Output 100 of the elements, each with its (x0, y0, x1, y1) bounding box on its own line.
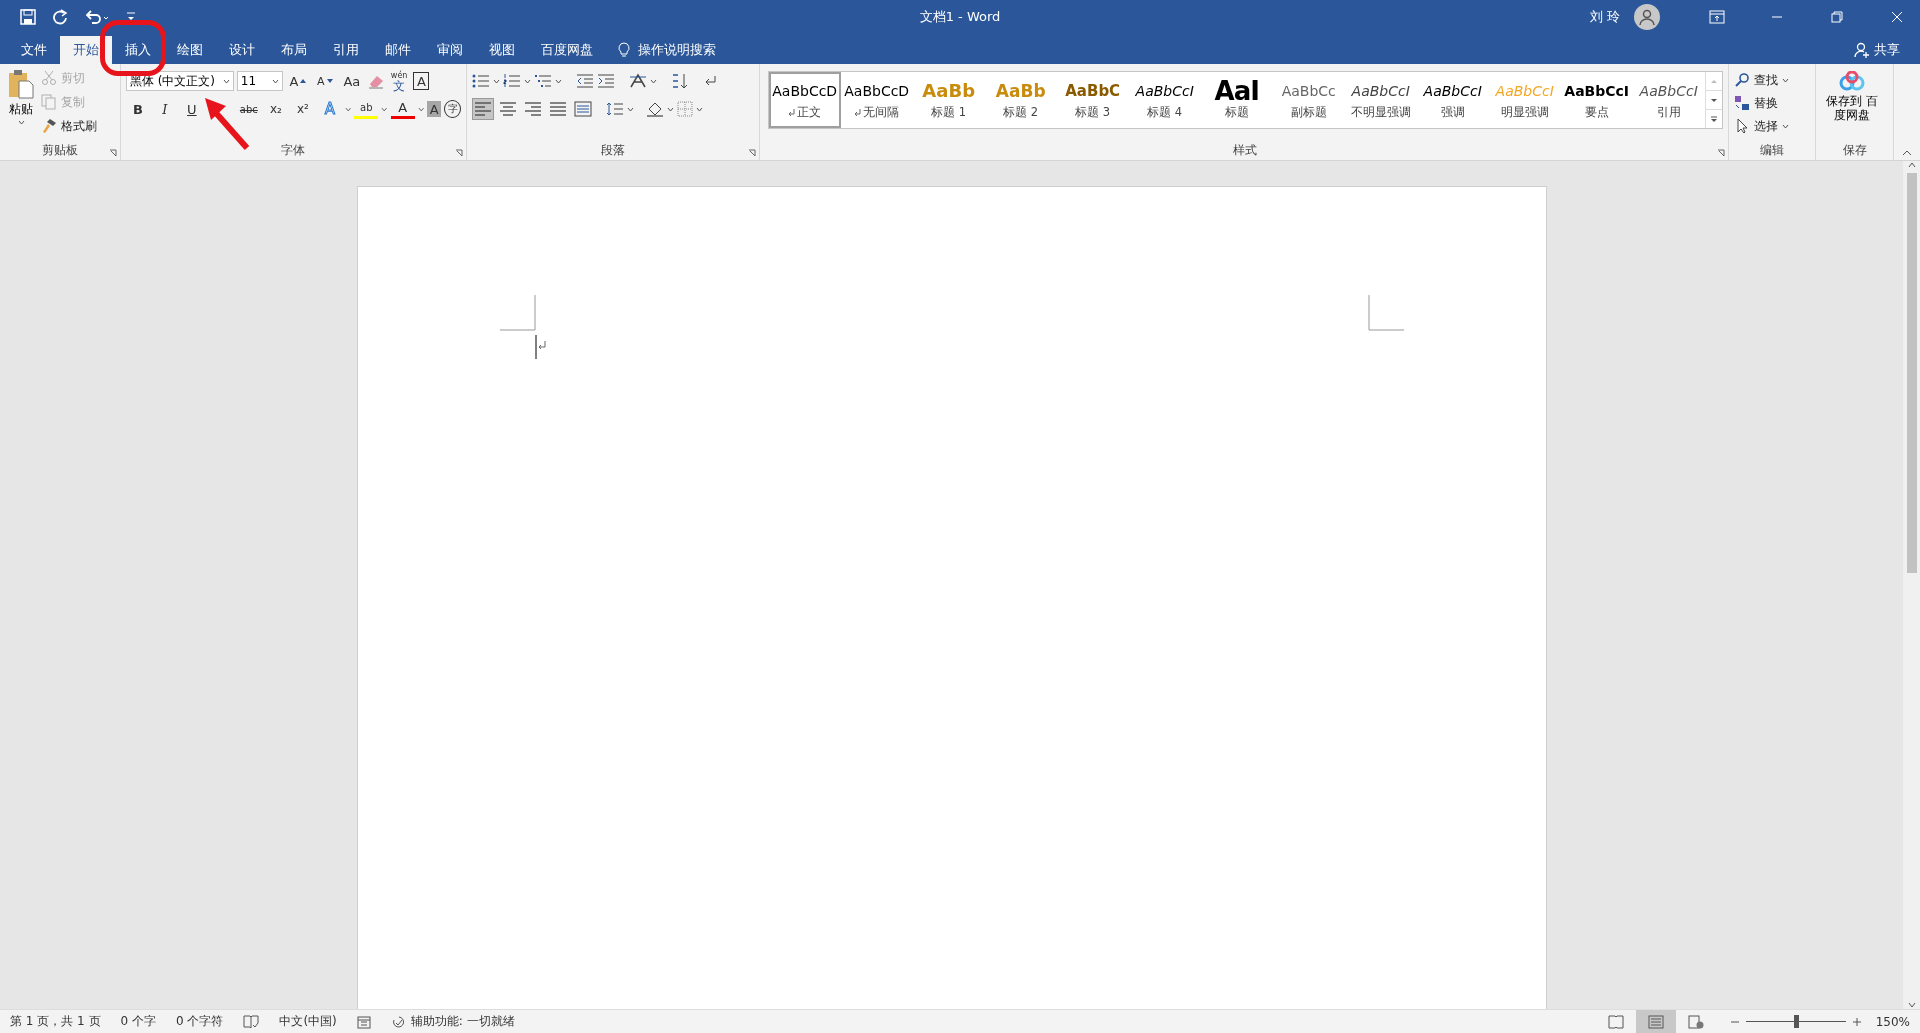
gallery-expand-icon[interactable] (1709, 115, 1718, 123)
character-count[interactable]: 0 个字符 (166, 1013, 234, 1030)
paint-bucket-icon[interactable] (645, 101, 664, 117)
dialog-launcher-icon[interactable] (454, 149, 463, 157)
editing-button[interactable]: 替换 (1733, 92, 1811, 114)
caret-icon[interactable] (649, 78, 657, 84)
caret-icon[interactable] (1781, 77, 1789, 83)
underline-button[interactable]: U (179, 98, 204, 120)
customize-caret-icon[interactable] (126, 11, 136, 23)
ribbon-tab[interactable]: 审阅 (424, 36, 476, 64)
word-count[interactable]: 0 个字 (110, 1013, 166, 1030)
accessibility-check-icon[interactable] (390, 1014, 407, 1029)
accessibility-status[interactable]: 辅助功能: 一切就绪 (410, 1013, 515, 1030)
zoom-thumb[interactable] (1793, 1015, 1799, 1028)
ribbon-tab[interactable]: 设计 (216, 36, 268, 64)
ribbon-tab[interactable]: 绘图 (164, 36, 216, 64)
book-icon[interactable] (1607, 1014, 1624, 1029)
ribbon-tab[interactable]: 文件 (8, 36, 60, 64)
ribbon-tab[interactable]: 引用 (320, 36, 372, 64)
style-option[interactable]: AaBbCc 副标题 (1272, 72, 1345, 128)
tell-me-search[interactable]: 操作说明搜索 (638, 41, 716, 59)
style-option[interactable]: AaBbCcI 不明显强调 (1344, 72, 1417, 128)
share-button[interactable]: 共享 (1874, 41, 1900, 59)
style-option[interactable]: AaBb 标题 1 (912, 72, 985, 128)
highlight-button[interactable]: ab (354, 99, 379, 119)
caret-icon[interactable] (492, 78, 500, 84)
calendar-icon[interactable] (356, 1014, 371, 1029)
caret-icon[interactable] (417, 106, 425, 112)
editing-button[interactable]: 选择 (1733, 115, 1811, 137)
italic-button[interactable]: I (152, 98, 177, 120)
caret-icon[interactable] (381, 106, 388, 112)
clipboard-button[interactable]: 格式刷 (41, 115, 97, 137)
zoom-level[interactable]: 150% (1861, 1014, 1920, 1029)
change-case-button[interactable]: Aa (339, 70, 364, 92)
ribbon-tab[interactable]: 百度网盘 (528, 36, 606, 64)
ribbon-display-icon[interactable] (1709, 10, 1725, 24)
add-person-icon[interactable] (1854, 42, 1870, 58)
ribbon-tab[interactable]: 布局 (268, 36, 320, 64)
phonetic-guide-button[interactable]: wén 文 (387, 70, 411, 92)
bold-button[interactable]: B (125, 98, 150, 120)
save-to-cloud-button[interactable]: 保存到 百度网盘 (1821, 67, 1884, 122)
style-option[interactable]: AaI 标题 (1200, 72, 1273, 128)
search-icon[interactable] (1733, 72, 1750, 88)
caret-icon[interactable] (666, 106, 674, 112)
strikethrough-button[interactable]: abc (236, 98, 261, 120)
redo-icon[interactable] (52, 9, 68, 25)
style-option[interactable]: AaBbCcD 正文 (768, 72, 841, 128)
caret-icon[interactable] (523, 78, 531, 84)
superscript-button[interactable]: x² (290, 98, 315, 120)
caret-icon[interactable] (695, 106, 703, 112)
style-option[interactable]: AaBbCcI 明显强调 (1488, 72, 1561, 128)
dialog-launcher-icon[interactable] (1716, 149, 1725, 157)
bullets-icon[interactable] (471, 73, 490, 89)
collapse-ribbon-icon[interactable] (1902, 150, 1912, 156)
dialog-launcher-icon[interactable] (747, 149, 756, 157)
style-option[interactable]: AaBbCcI 标题 4 (1128, 72, 1201, 128)
restore-icon[interactable] (1831, 11, 1843, 23)
caret-icon[interactable] (271, 78, 279, 84)
style-option[interactable]: AaBbC 标题 3 (1056, 72, 1129, 128)
font-color-button[interactable]: A (390, 99, 415, 119)
paintbrush-icon[interactable] (41, 118, 57, 134)
replace-icon[interactable] (1733, 95, 1750, 111)
scroll-down-icon[interactable] (1907, 1001, 1916, 1009)
grow-font-button[interactable]: A (285, 70, 310, 92)
scroll-down-icon[interactable] (1709, 97, 1718, 103)
style-option[interactable]: AaBb 标题 2 (984, 72, 1057, 128)
web-page-icon[interactable] (1687, 1014, 1704, 1029)
style-option[interactable]: AaBbCcI 要点 (1560, 72, 1633, 128)
lightbulb-icon[interactable] (618, 42, 630, 58)
page-count[interactable]: 第 1 页，共 1 页 (0, 1013, 111, 1030)
avatar-icon[interactable] (1634, 4, 1660, 30)
close-icon[interactable] (1891, 11, 1903, 23)
numbering-icon[interactable] (502, 73, 521, 89)
subscript-button[interactable]: x₂ (263, 98, 288, 120)
caret-icon[interactable] (344, 106, 352, 112)
ribbon-tab[interactable]: 插入 (112, 36, 164, 64)
editing-button[interactable]: 查找 (1733, 69, 1811, 91)
proofing-book-icon[interactable] (243, 1014, 260, 1029)
view-button[interactable] (1635, 1010, 1676, 1033)
undo-icon[interactable] (84, 9, 110, 25)
scroll-up-icon[interactable] (1907, 161, 1916, 169)
caret-icon[interactable] (222, 78, 230, 84)
zoom-in-icon[interactable] (1851, 1016, 1862, 1027)
caret-icon[interactable] (17, 120, 25, 125)
multilevel-list-icon[interactable] (533, 73, 552, 89)
style-option[interactable]: AaBbCcD 无间隔 (840, 72, 913, 128)
dialog-launcher-icon[interactable] (108, 149, 117, 157)
shrink-font-button[interactable]: A (312, 70, 337, 92)
style-option[interactable]: AaBbCcI 强调 (1416, 72, 1489, 128)
ribbon-tab[interactable]: 视图 (476, 36, 528, 64)
character-border-button[interactable]: A (413, 72, 430, 90)
caret-icon[interactable] (1781, 123, 1789, 129)
paste-button[interactable]: 粘贴 (5, 67, 37, 142)
save-icon[interactable] (20, 9, 36, 25)
character-shading-button[interactable]: A (427, 101, 442, 117)
ribbon-tab[interactable]: 开始 (60, 36, 112, 64)
caret-icon[interactable] (554, 78, 562, 84)
ribbon-tab[interactable]: 邮件 (372, 36, 424, 64)
caret-icon[interactable] (626, 106, 634, 112)
language-indicator[interactable]: 中文(中国) (269, 1013, 347, 1030)
